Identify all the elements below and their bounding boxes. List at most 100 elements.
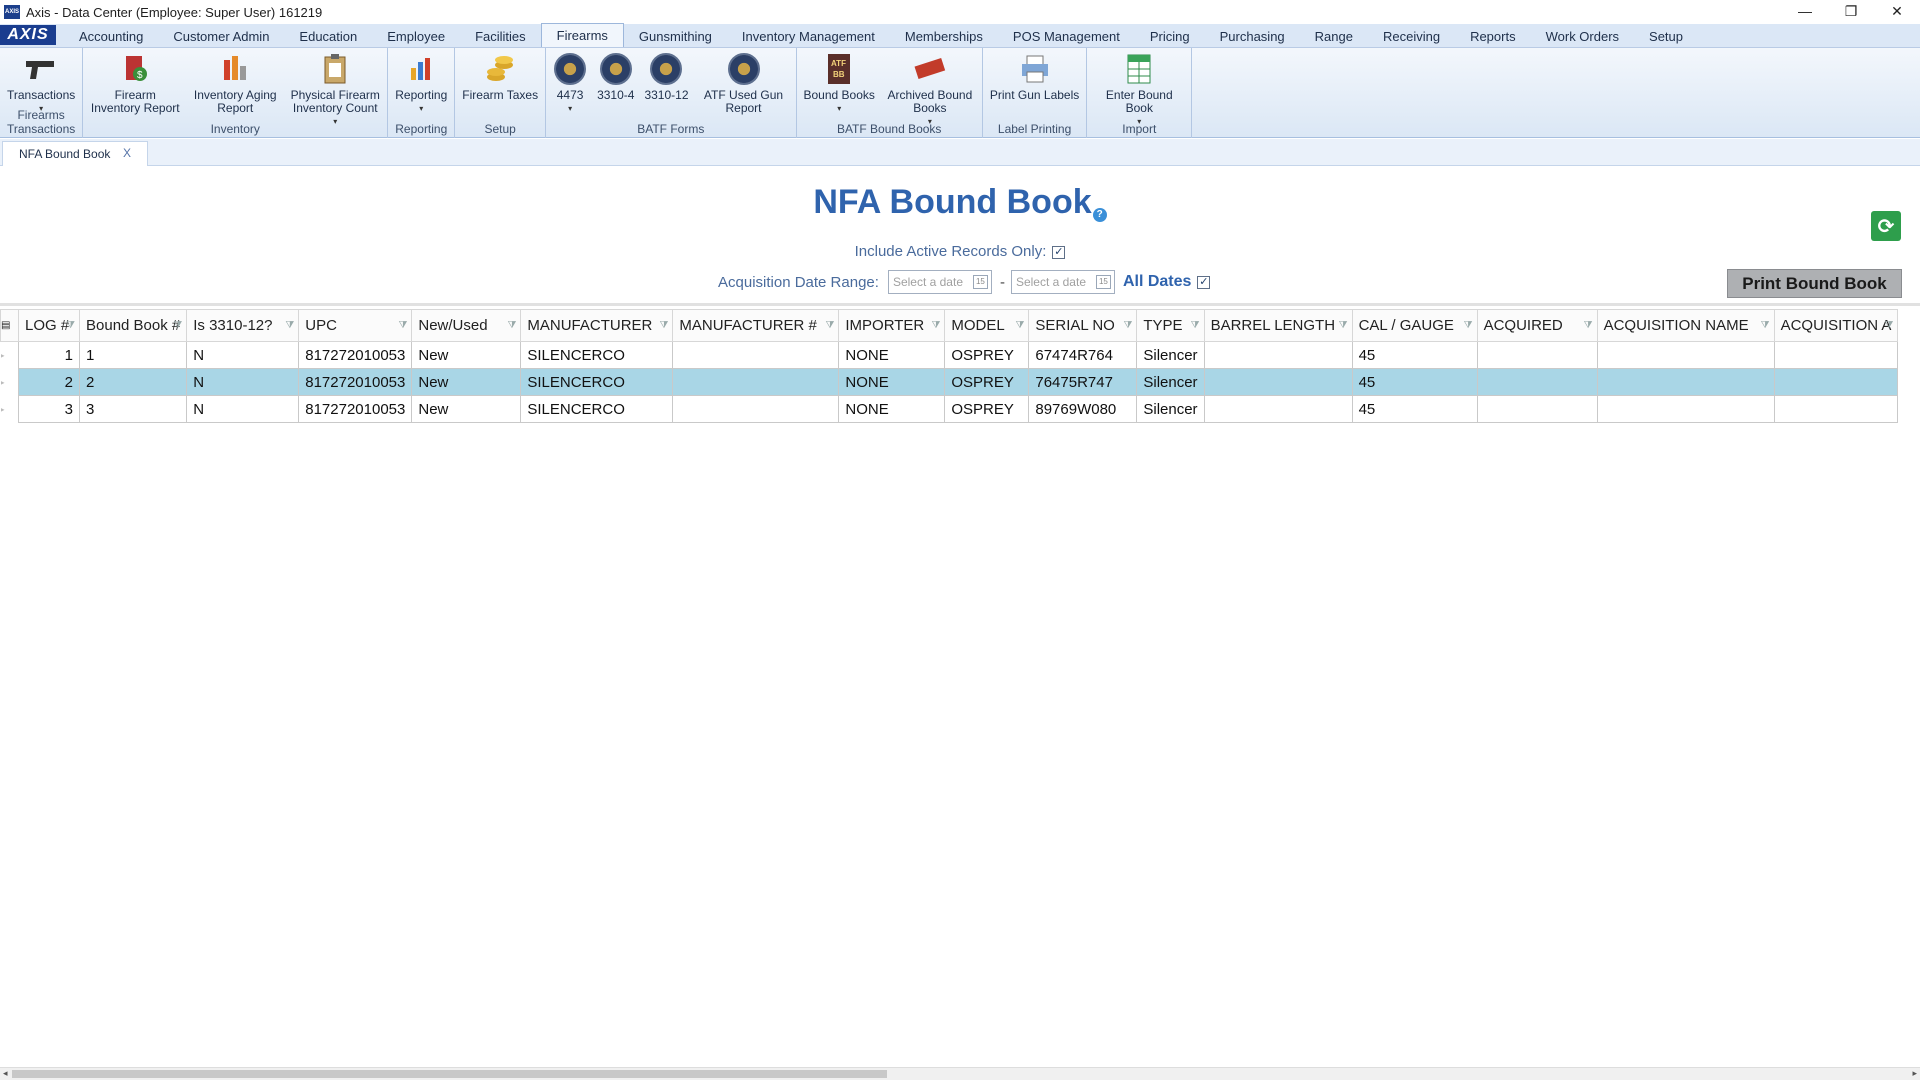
- cell-bound-book[interactable]: 1: [78, 341, 188, 369]
- column-header-model[interactable]: MODEL ⧩: [944, 309, 1030, 342]
- filter-icon[interactable]: ⧩: [507, 320, 516, 331]
- filter-icon[interactable]: ⧩: [1123, 320, 1132, 331]
- filter-icon[interactable]: ⧩: [659, 320, 668, 331]
- cell-is-3310-12[interactable]: N: [186, 368, 300, 396]
- cell-acquisition-a[interactable]: [1773, 368, 1899, 396]
- menu-purchasing[interactable]: Purchasing: [1205, 25, 1300, 47]
- restore-button[interactable]: ❐: [1828, 0, 1874, 22]
- column-header-type[interactable]: TYPE ⧩: [1136, 309, 1205, 342]
- close-window-button[interactable]: ✕: [1874, 0, 1920, 22]
- menu-setup[interactable]: Setup: [1634, 25, 1698, 47]
- table-row[interactable]: ▸ 1 1 N 817272010053 New SILENCERCO NONE OSPREY 6…: [1, 341, 1899, 369]
- cell-upc[interactable]: 817272010053: [298, 395, 413, 423]
- filter-icon[interactable]: ⧩: [1885, 320, 1894, 331]
- filter-icon[interactable]: ⧩: [398, 320, 407, 331]
- cell-model[interactable]: OSPREY: [944, 395, 1030, 423]
- menu-inventory-management[interactable]: Inventory Management: [727, 25, 890, 47]
- cell-barrel-length[interactable]: [1203, 368, 1353, 396]
- horizontal-scrollbar[interactable]: ◂ ▸: [0, 1067, 1920, 1080]
- cell-acquired[interactable]: [1476, 341, 1598, 369]
- cell-importer[interactable]: NONE: [838, 341, 946, 369]
- cell-acquisition-name[interactable]: [1596, 395, 1775, 423]
- cell-barrel-length[interactable]: [1203, 395, 1353, 423]
- filter-icon[interactable]: ⧩: [66, 320, 75, 331]
- menu-gunsmithing[interactable]: Gunsmithing: [624, 25, 727, 47]
- menu-firearms[interactable]: Firearms: [540, 23, 624, 47]
- menu-education[interactable]: Education: [284, 25, 372, 47]
- cell-serial-no[interactable]: 67474R764: [1028, 341, 1138, 369]
- menu-work-orders[interactable]: Work Orders: [1531, 25, 1634, 47]
- filter-icon[interactable]: ⧩: [1464, 320, 1473, 331]
- cell-cal-gauge[interactable]: 45: [1351, 341, 1478, 369]
- cell-manufacturer[interactable]: SILENCERCO: [520, 341, 674, 369]
- cell-acquisition-name[interactable]: [1596, 368, 1775, 396]
- cell-is-3310-12[interactable]: N: [186, 395, 300, 423]
- cell-type[interactable]: Silencer: [1136, 341, 1205, 369]
- cell-type[interactable]: Silencer: [1136, 395, 1205, 423]
- column-header-manufacturer[interactable]: MANUFACTURER ⧩: [520, 309, 674, 342]
- cell-type[interactable]: Silencer: [1136, 368, 1205, 396]
- cell-new-used[interactable]: New: [411, 341, 522, 369]
- scroll-right-icon[interactable]: ▸: [1912, 1068, 1917, 1079]
- menu-reports[interactable]: Reports: [1455, 25, 1531, 47]
- cell-barrel-length[interactable]: [1203, 341, 1353, 369]
- cell-model[interactable]: OSPREY: [944, 341, 1030, 369]
- scrollbar-thumb[interactable]: [12, 1070, 887, 1078]
- cell-manufacturer[interactable]: [672, 368, 840, 396]
- all-dates-checkbox[interactable]: ✓: [1197, 275, 1211, 289]
- menu-range[interactable]: Range: [1300, 25, 1368, 47]
- menu-pricing[interactable]: Pricing: [1135, 25, 1205, 47]
- table-row[interactable]: ▸ 3 3 N 817272010053 New SILENCERCO NONE OSPREY 8…: [1, 395, 1899, 423]
- menu-accounting[interactable]: Accounting: [64, 25, 158, 47]
- cell-upc[interactable]: 817272010053: [298, 368, 413, 396]
- filter-icon[interactable]: ⧩: [825, 320, 834, 331]
- cell-manufacturer[interactable]: [672, 341, 840, 369]
- column-header-is-3310-12[interactable]: Is 3310-12? ⧩: [186, 309, 300, 342]
- row-indicator[interactable]: ▸: [1, 342, 19, 369]
- cell-serial-no[interactable]: 89769W080: [1028, 395, 1138, 423]
- cell-log[interactable]: 2: [18, 368, 80, 396]
- column-header-log[interactable]: LOG # ⧩: [18, 309, 80, 342]
- include-active-checkbox[interactable]: ✓: [1052, 245, 1066, 259]
- column-header-acquisition-name[interactable]: ACQUISITION NAME ⧩: [1596, 309, 1775, 342]
- print-bound-book-button[interactable]: Print Bound Book: [1727, 269, 1902, 298]
- filter-icon[interactable]: ⧩: [931, 320, 940, 331]
- calendar-icon[interactable]: 15: [1095, 275, 1111, 289]
- cell-acquired[interactable]: [1476, 368, 1598, 396]
- scroll-left-icon[interactable]: ◂: [3, 1068, 8, 1079]
- cell-serial-no[interactable]: 76475R747: [1028, 368, 1138, 396]
- cell-new-used[interactable]: New: [411, 395, 522, 423]
- column-header-acquisition-a[interactable]: ACQUISITION A ⧩: [1773, 309, 1899, 342]
- date-from-input[interactable]: Select a date 15: [887, 270, 992, 294]
- cell-manufacturer[interactable]: SILENCERCO: [520, 395, 674, 423]
- date-to-input[interactable]: Select a date 15: [1010, 270, 1115, 294]
- menu-memberships[interactable]: Memberships: [890, 25, 998, 47]
- filter-icon[interactable]: ⧩: [1584, 320, 1593, 331]
- cell-is-3310-12[interactable]: N: [186, 341, 300, 369]
- filter-icon[interactable]: ⧩: [1015, 320, 1024, 331]
- column-header-upc[interactable]: UPC ⧩: [298, 309, 413, 342]
- table-row[interactable]: ▸ 2 2 N 817272010053 New SILENCERCO NONE OSPREY 7…: [0, 368, 1899, 396]
- column-header-importer[interactable]: IMPORTER ⧩: [838, 309, 946, 342]
- menu-employee[interactable]: Employee: [372, 25, 460, 47]
- filter-icon[interactable]: ⧩: [173, 320, 182, 331]
- column-header-acquired[interactable]: ACQUIRED ⧩: [1476, 309, 1598, 342]
- filter-icon[interactable]: ⧩: [285, 320, 294, 331]
- cell-importer[interactable]: NONE: [838, 395, 946, 423]
- column-header-bound-book[interactable]: Bound Book # ⧩: [78, 309, 188, 342]
- cell-cal-gauge[interactable]: 45: [1351, 395, 1478, 423]
- cell-cal-gauge[interactable]: 45: [1351, 368, 1478, 396]
- tab-nfa-bound-book[interactable]: NFA Bound Book X: [2, 141, 148, 166]
- menu-receiving[interactable]: Receiving: [1368, 25, 1455, 47]
- column-chooser-icon[interactable]: ▤: [0, 309, 19, 342]
- cell-acquisition-a[interactable]: [1773, 341, 1899, 369]
- menu-pos-management[interactable]: POS Management: [998, 25, 1135, 47]
- cell-manufacturer[interactable]: [672, 395, 840, 423]
- cell-manufacturer[interactable]: SILENCERCO: [520, 368, 674, 396]
- column-header-manufacturer[interactable]: MANUFACTURER # ⧩: [672, 309, 840, 342]
- cell-acquisition-name[interactable]: [1596, 341, 1775, 369]
- column-header-new-used[interactable]: New/Used ⧩: [411, 309, 522, 342]
- calendar-icon[interactable]: 15: [972, 275, 988, 289]
- filter-icon[interactable]: ⧩: [1191, 320, 1200, 331]
- row-indicator[interactable]: ▸: [1, 396, 19, 423]
